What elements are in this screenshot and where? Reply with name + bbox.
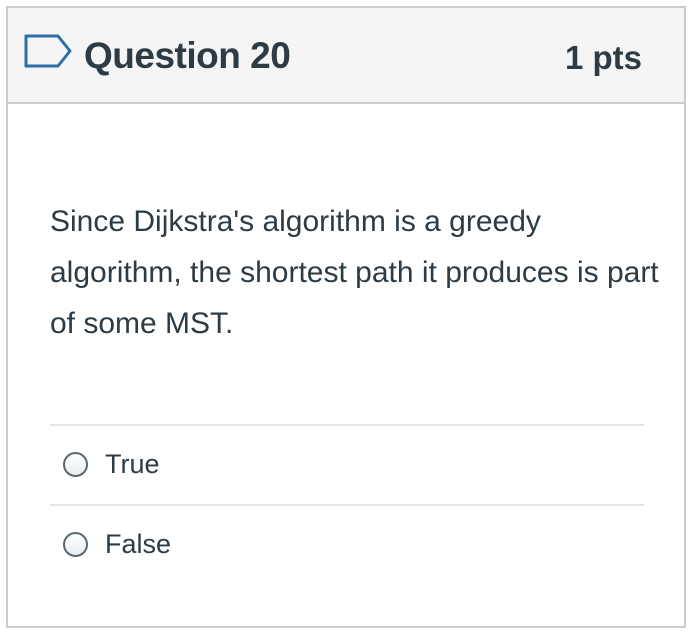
answer-label: False [105, 529, 172, 559]
answer-option-false[interactable]: False [50, 504, 644, 584]
question-text: Since Dijkstra's algorithm is a greedy a… [50, 205, 659, 340]
radio-button[interactable] [63, 532, 88, 557]
answer-label: True [105, 449, 160, 479]
question-header: Question 20 1 pts [8, 8, 684, 104]
question-points: 1 pts [564, 39, 642, 76]
answer-list: True False [50, 424, 644, 584]
flag-question-icon[interactable] [24, 34, 72, 68]
question-card: Question 20 1 pts Since Dijkstra's algor… [6, 6, 686, 628]
radio-button[interactable] [63, 452, 88, 477]
answer-option-true[interactable]: True [50, 424, 644, 504]
question-title: Question 20 [84, 35, 291, 76]
